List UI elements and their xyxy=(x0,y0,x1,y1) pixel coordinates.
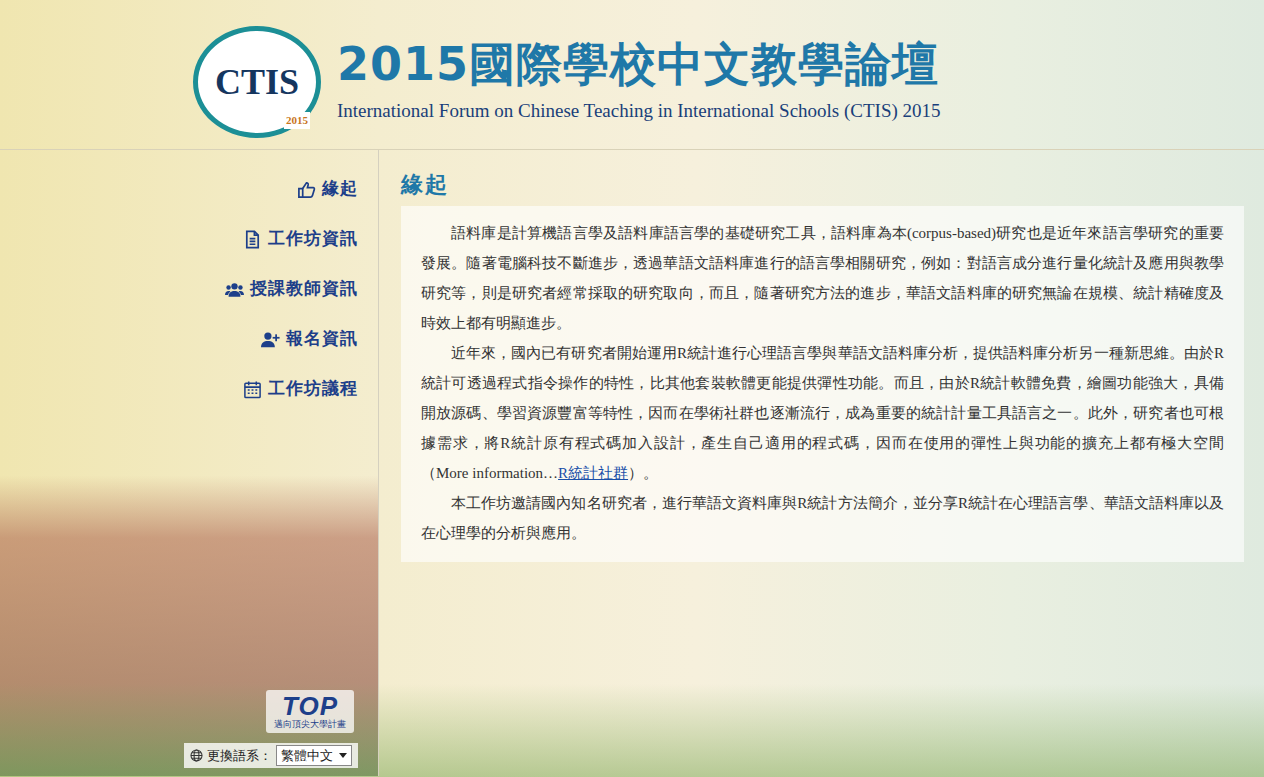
sponsor-logo[interactable]: TOP邁向頂尖大學計畫 xyxy=(266,690,354,733)
sidebar: 緣起工作坊資訊授課教師資訊報名資訊工作坊議程 TOP邁向頂尖大學計畫更換語系： 繁體… xyxy=(0,150,379,776)
content-paragraph: 語料庫是計算機語言學及語料庫語言學的基礎研究工具，語料庫為本(corpus-ba… xyxy=(421,218,1224,338)
sidebar-item[interactable]: 緣起 xyxy=(0,164,358,214)
sidebar-item-label[interactable]: 報名資訊 xyxy=(286,326,358,352)
page-body: 緣起工作坊資訊授課教師資訊報名資訊工作坊議程 TOP邁向頂尖大學計畫更換語系： 繁體… xyxy=(0,150,1264,776)
sidebar-item[interactable]: 工作坊議程 xyxy=(0,364,358,414)
banner: CTIS 2015 2015國際學校中文教學論壇 International Foru… xyxy=(0,0,1264,150)
user-plus-icon xyxy=(261,330,280,349)
banner-titles: 2015國際學校中文教學論壇 International Forum on Chi… xyxy=(337,38,941,125)
sponsor-logo-caption[interactable]: 邁向頂尖大學計畫 xyxy=(274,719,346,730)
content-box: 語料庫是計算機語言學及語料庫語言學的基礎研究工具，語料庫為本(corpus-ba… xyxy=(401,206,1244,562)
sidebar-item[interactable]: 報名資訊 xyxy=(0,314,358,364)
thumbs-up-icon xyxy=(297,180,316,199)
paragraph-text: ）。 xyxy=(628,465,658,481)
site-subtitle: International Forum on Chinese Teaching … xyxy=(337,97,941,126)
document-icon xyxy=(243,230,262,249)
language-label: 更換語系： xyxy=(207,746,272,766)
calendar-icon xyxy=(243,380,262,399)
logo-letters: CTIS xyxy=(215,64,299,100)
sidebar-item-label[interactable]: 工作坊資訊 xyxy=(268,226,358,252)
users-icon xyxy=(225,280,244,299)
sidebar-item-label[interactable]: 授課教師資訊 xyxy=(250,276,358,302)
community-link[interactable]: R統計社群 xyxy=(558,465,628,481)
dropdown-arrow-icon[interactable] xyxy=(339,753,347,758)
main-content: 緣起語料庫是計算機語言學及語料庫語言學的基礎研究工具，語料庫為本(corpus-… xyxy=(379,150,1264,776)
paragraph-text: 本工作坊邀請國內知名研究者，進行華語文資料庫與R統計方法簡介，並分享R統計在心理… xyxy=(421,495,1224,541)
sidebar-item-label[interactable]: 工作坊議程 xyxy=(268,376,358,402)
content-heading: 緣起 xyxy=(401,172,1244,198)
paragraph-text: 近年來，國內已有研究者開始運用R統計進行心理語言學與華語文語料庫分析，提供語料庫… xyxy=(421,345,1224,481)
sponsor-logo-text[interactable]: TOP xyxy=(274,693,346,719)
site-title: 2015國際學校中文教學論壇 xyxy=(337,38,941,91)
paragraph-text: 語料庫是計算機語言學及語料庫語言學的基礎研究工具，語料庫為本(corpus-ba… xyxy=(421,225,1224,331)
logo-year: 2015 xyxy=(284,112,310,129)
language-switcher: 更換語系： 繁體中文 xyxy=(184,743,358,769)
language-value[interactable]: 繁體中文 xyxy=(281,746,333,766)
content-paragraph: 近年來，國內已有研究者開始運用R統計進行心理語言學與華語文語料庫分析，提供語料庫… xyxy=(421,338,1224,488)
sidebar-nav: 緣起工作坊資訊授課教師資訊報名資訊工作坊議程 xyxy=(0,150,378,414)
globe-icon xyxy=(190,749,203,762)
sidebar-item-label[interactable]: 緣起 xyxy=(322,176,358,202)
content-paragraph: 本工作坊邀請國內知名研究者，進行華語文資料庫與R統計方法簡介，並分享R統計在心理… xyxy=(421,488,1224,548)
sidebar-item[interactable]: 工作坊資訊 xyxy=(0,214,358,264)
sidebar-item[interactable]: 授課教師資訊 xyxy=(0,264,358,314)
language-select[interactable]: 繁體中文 xyxy=(276,745,352,767)
ctis-logo: CTIS 2015 xyxy=(193,26,321,138)
